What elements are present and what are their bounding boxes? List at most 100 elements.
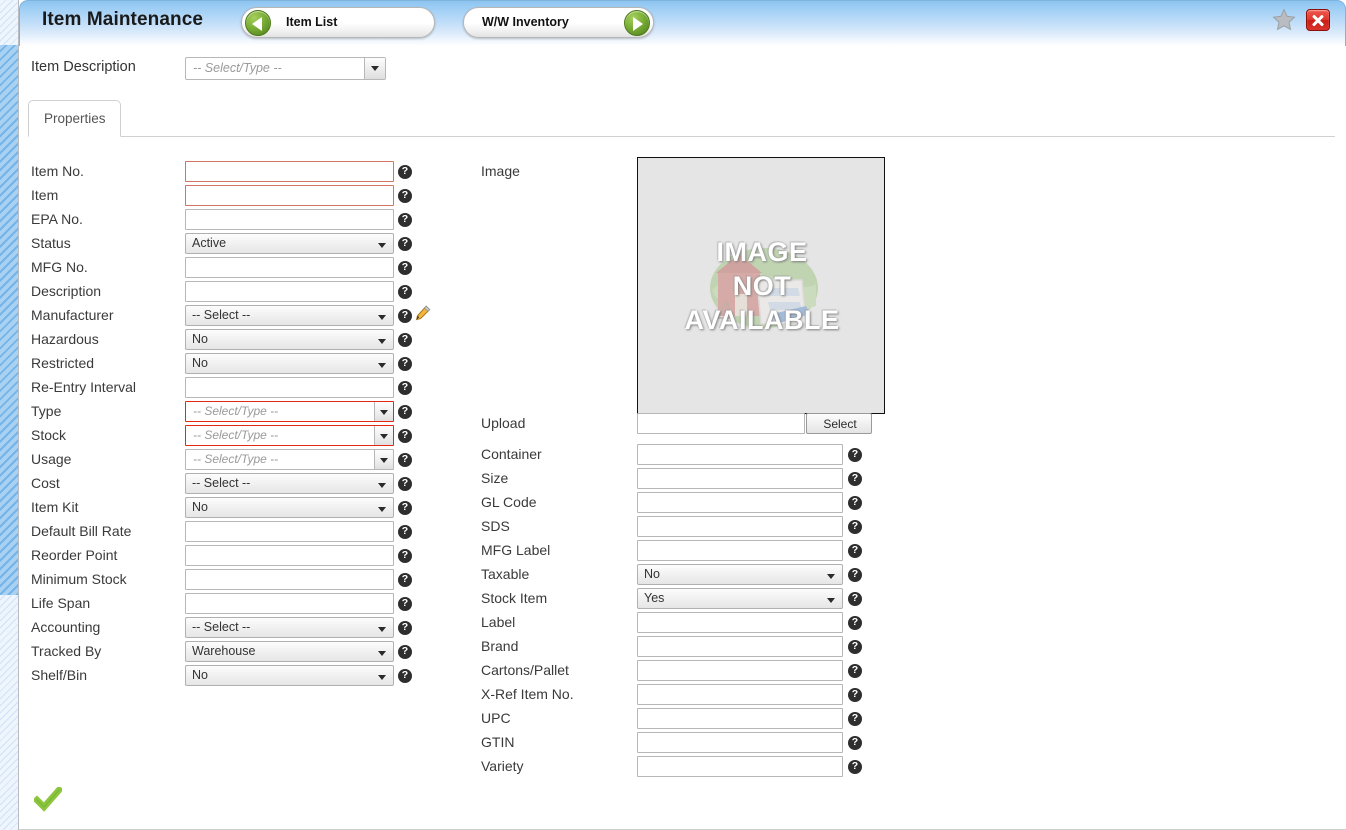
combo-usage[interactable]: -- Select/Type --	[185, 449, 394, 470]
help-icon-container[interactable]: ?	[848, 448, 862, 462]
input-minimum-stock[interactable]	[185, 569, 394, 590]
input-container[interactable]	[637, 444, 843, 465]
help-icon-status[interactable]: ?	[398, 237, 412, 251]
input-brand[interactable]	[637, 636, 843, 657]
help-icon-mfg-label[interactable]: ?	[848, 544, 862, 558]
input-gl-code[interactable]	[637, 492, 843, 513]
help-icon-item[interactable]: ?	[398, 189, 412, 203]
help-icon-usage[interactable]: ?	[398, 453, 412, 467]
help-icon-variety[interactable]: ?	[848, 760, 862, 774]
help-icon-restricted[interactable]: ?	[398, 357, 412, 371]
chevron-down-icon[interactable]	[374, 402, 393, 421]
help-icon-item-kit[interactable]: ?	[398, 501, 412, 515]
upload-select-button[interactable]: Select	[806, 413, 872, 434]
help-icon-size[interactable]: ?	[848, 472, 862, 486]
input-item[interactable]	[185, 185, 394, 206]
help-icon-sds[interactable]: ?	[848, 520, 862, 534]
help-icon-stock-item[interactable]: ?	[848, 592, 862, 606]
select-restricted[interactable]: No	[185, 353, 394, 374]
help-icon-gtin[interactable]: ?	[848, 736, 862, 750]
input-life-span[interactable]	[185, 593, 394, 614]
help-icon-accounting[interactable]: ?	[398, 621, 412, 635]
help-icon-cost[interactable]: ?	[398, 477, 412, 491]
help-icon-default-bill-rate[interactable]: ?	[398, 525, 412, 539]
field-label-item-no: Item No.	[31, 163, 84, 179]
field-label-upc: UPC	[481, 710, 511, 726]
combo-type[interactable]: -- Select/Type --	[185, 401, 394, 422]
input-mfg-no[interactable]	[185, 257, 394, 278]
input-label[interactable]	[637, 612, 843, 633]
help-icon-reorder-point[interactable]: ?	[398, 549, 412, 563]
select-cost[interactable]: -- Select --	[185, 473, 394, 494]
input-description[interactable]	[185, 281, 394, 302]
input-mfg-label[interactable]	[637, 540, 843, 561]
help-icon-hazardous[interactable]: ?	[398, 333, 412, 347]
select-stock-item[interactable]: Yes	[637, 588, 843, 609]
select-manufacturer[interactable]: -- Select --	[185, 305, 394, 326]
chevron-down-icon[interactable]	[364, 58, 385, 79]
help-icon-minimum-stock[interactable]: ?	[398, 573, 412, 587]
input-sds[interactable]	[637, 516, 843, 537]
help-icon-taxable[interactable]: ?	[848, 568, 862, 582]
chevron-down-icon[interactable]	[378, 627, 386, 632]
help-icon-epa-no[interactable]: ?	[398, 213, 412, 227]
input-item-no[interactable]	[185, 161, 394, 182]
nav-next-ww-inventory-button[interactable]: W/W Inventory	[463, 7, 654, 38]
help-icon-description[interactable]: ?	[398, 285, 412, 299]
combo-usage-placeholder: -- Select/Type --	[193, 452, 279, 466]
input-epa-no[interactable]	[185, 209, 394, 230]
help-icon-mfg-no[interactable]: ?	[398, 261, 412, 275]
select-tracked-by[interactable]: Warehouse	[185, 641, 394, 662]
input-cartons-pallet[interactable]	[637, 660, 843, 681]
chevron-down-icon[interactable]	[374, 450, 393, 469]
input-size[interactable]	[637, 468, 843, 489]
chevron-down-icon[interactable]	[378, 483, 386, 488]
select-hazardous[interactable]: No	[185, 329, 394, 350]
star-icon[interactable]	[1272, 8, 1296, 32]
chevron-down-icon[interactable]	[827, 574, 835, 579]
chevron-down-icon[interactable]	[827, 598, 835, 603]
chevron-down-icon[interactable]	[378, 651, 386, 656]
help-icon-type[interactable]: ?	[398, 405, 412, 419]
nav-prev-item-list-button[interactable]: Item List	[241, 7, 435, 38]
chevron-down-icon[interactable]	[378, 339, 386, 344]
combo-stock[interactable]: -- Select/Type --	[185, 425, 394, 446]
input-reorder-point[interactable]	[185, 545, 394, 566]
select-shelf-bin[interactable]: No	[185, 665, 394, 686]
input-x-ref-item-no[interactable]	[637, 684, 843, 705]
item-description-combo[interactable]: -- Select/Type --	[185, 57, 386, 80]
help-icon-gl-code[interactable]: ?	[848, 496, 862, 510]
close-icon[interactable]	[1306, 9, 1330, 31]
help-icon-cartons-pallet[interactable]: ?	[848, 664, 862, 678]
help-icon-brand[interactable]: ?	[848, 640, 862, 654]
select-status[interactable]: Active	[185, 233, 394, 254]
chevron-down-icon[interactable]	[374, 426, 393, 445]
help-icon-upc[interactable]: ?	[848, 712, 862, 726]
select-taxable[interactable]: No	[637, 564, 843, 585]
input-variety[interactable]	[637, 756, 843, 777]
help-icon-item-no[interactable]: ?	[398, 165, 412, 179]
chevron-down-icon[interactable]	[378, 363, 386, 368]
help-icon-life-span[interactable]: ?	[398, 597, 412, 611]
input-default-bill-rate[interactable]	[185, 521, 394, 542]
chevron-down-icon[interactable]	[378, 507, 386, 512]
chevron-down-icon[interactable]	[378, 243, 386, 248]
upload-input[interactable]	[637, 413, 805, 434]
pencil-icon[interactable]	[415, 305, 431, 321]
input-re-entry-interval[interactable]	[185, 377, 394, 398]
help-icon-manufacturer[interactable]: ?	[398, 309, 412, 323]
help-icon-x-ref-item-no[interactable]: ?	[848, 688, 862, 702]
input-upc[interactable]	[637, 708, 843, 729]
check-icon[interactable]	[32, 785, 64, 813]
help-icon-stock[interactable]: ?	[398, 429, 412, 443]
select-accounting[interactable]: -- Select --	[185, 617, 394, 638]
select-item-kit[interactable]: No	[185, 497, 394, 518]
help-icon-label[interactable]: ?	[848, 616, 862, 630]
help-icon-shelf-bin[interactable]: ?	[398, 669, 412, 683]
help-icon-tracked-by[interactable]: ?	[398, 645, 412, 659]
tab-properties[interactable]: Properties	[28, 100, 121, 137]
chevron-down-icon[interactable]	[378, 675, 386, 680]
help-icon-re-entry-interval[interactable]: ?	[398, 381, 412, 395]
input-gtin[interactable]	[637, 732, 843, 753]
chevron-down-icon[interactable]	[378, 315, 386, 320]
